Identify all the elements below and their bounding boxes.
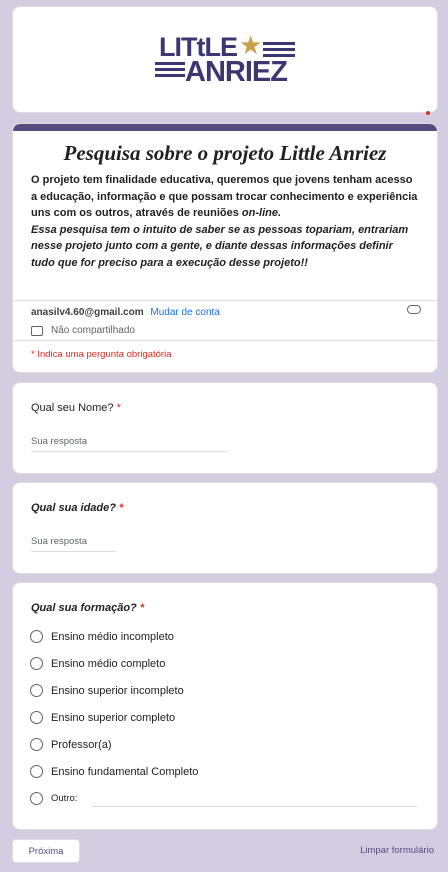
not-shared-row: Não compartilhado (31, 325, 419, 336)
form-description: O projeto tem finalidade educativa, quer… (31, 174, 418, 269)
form-title: Pesquisa sobre o projeto Little Anriez (63, 141, 387, 165)
account-section: anasilv4.60@gmail.com Mudar de conta Não… (13, 300, 437, 336)
radio-button[interactable] (30, 792, 43, 805)
radio-button[interactable] (30, 630, 43, 643)
name-input[interactable]: Sua resposta (31, 436, 227, 452)
radio-button[interactable] (30, 738, 43, 751)
notification-dot (426, 111, 430, 115)
age-input[interactable]: Sua resposta (31, 536, 116, 552)
cloud-saved-icon (407, 305, 421, 314)
little-anriez-logo: LITtLE ★ ANRIEZ (155, 30, 295, 90)
radio-button[interactable] (30, 765, 43, 778)
switch-account-link[interactable]: Mudar de conta (150, 307, 220, 318)
other-text-input[interactable] (91, 798, 417, 807)
option-ensino-medio-completo[interactable]: Ensino médio completo (13, 650, 437, 677)
question-title: Qual sua formação? (31, 602, 137, 614)
required-asterisk: * (139, 602, 145, 614)
required-note: * Indica uma pergunta obrigatória (13, 340, 437, 360)
account-email: anasilv4.60@gmail.com (31, 307, 144, 318)
radio-button[interactable] (30, 684, 43, 697)
question-title: Qual seu Nome? (31, 402, 114, 414)
form-banner: LITtLE ★ ANRIEZ (12, 6, 438, 113)
option-ensino-superior-incompleto[interactable]: Ensino superior incompleto (13, 677, 437, 704)
theme-bar (13, 124, 437, 131)
question-age: Qual sua idade? * Sua resposta (12, 482, 438, 574)
form-header: Pesquisa sobre o projeto Little Anriez O… (12, 123, 438, 373)
option-ensino-fundamental-completo[interactable]: Ensino fundamental Completo (13, 758, 437, 785)
next-button[interactable]: Próxima (12, 839, 80, 863)
not-shared-icon (31, 325, 43, 336)
radio-button[interactable] (30, 657, 43, 670)
option-ensino-superior-completo[interactable]: Ensino superior completo (13, 704, 437, 731)
logo-text-bottom: ANRIEZ (185, 55, 288, 88)
question-education: Qual sua formação? * Ensino médio incomp… (12, 582, 438, 830)
radio-button[interactable] (30, 711, 43, 724)
option-ensino-medio-incompleto[interactable]: Ensino médio incompleto (13, 623, 437, 650)
clear-form-link[interactable]: Limpar formulário (360, 845, 434, 856)
required-asterisk: * (119, 502, 124, 514)
form-description-purpose: Essa pesquisa tem o intuito de saber se … (31, 223, 409, 269)
option-professor[interactable]: Professor(a) (13, 731, 437, 758)
question-name: Qual seu Nome? * Sua resposta (12, 382, 438, 474)
question-title: Qual sua idade? (31, 502, 116, 514)
required-asterisk: * (116, 402, 121, 414)
option-other[interactable]: Outro: (13, 785, 437, 812)
